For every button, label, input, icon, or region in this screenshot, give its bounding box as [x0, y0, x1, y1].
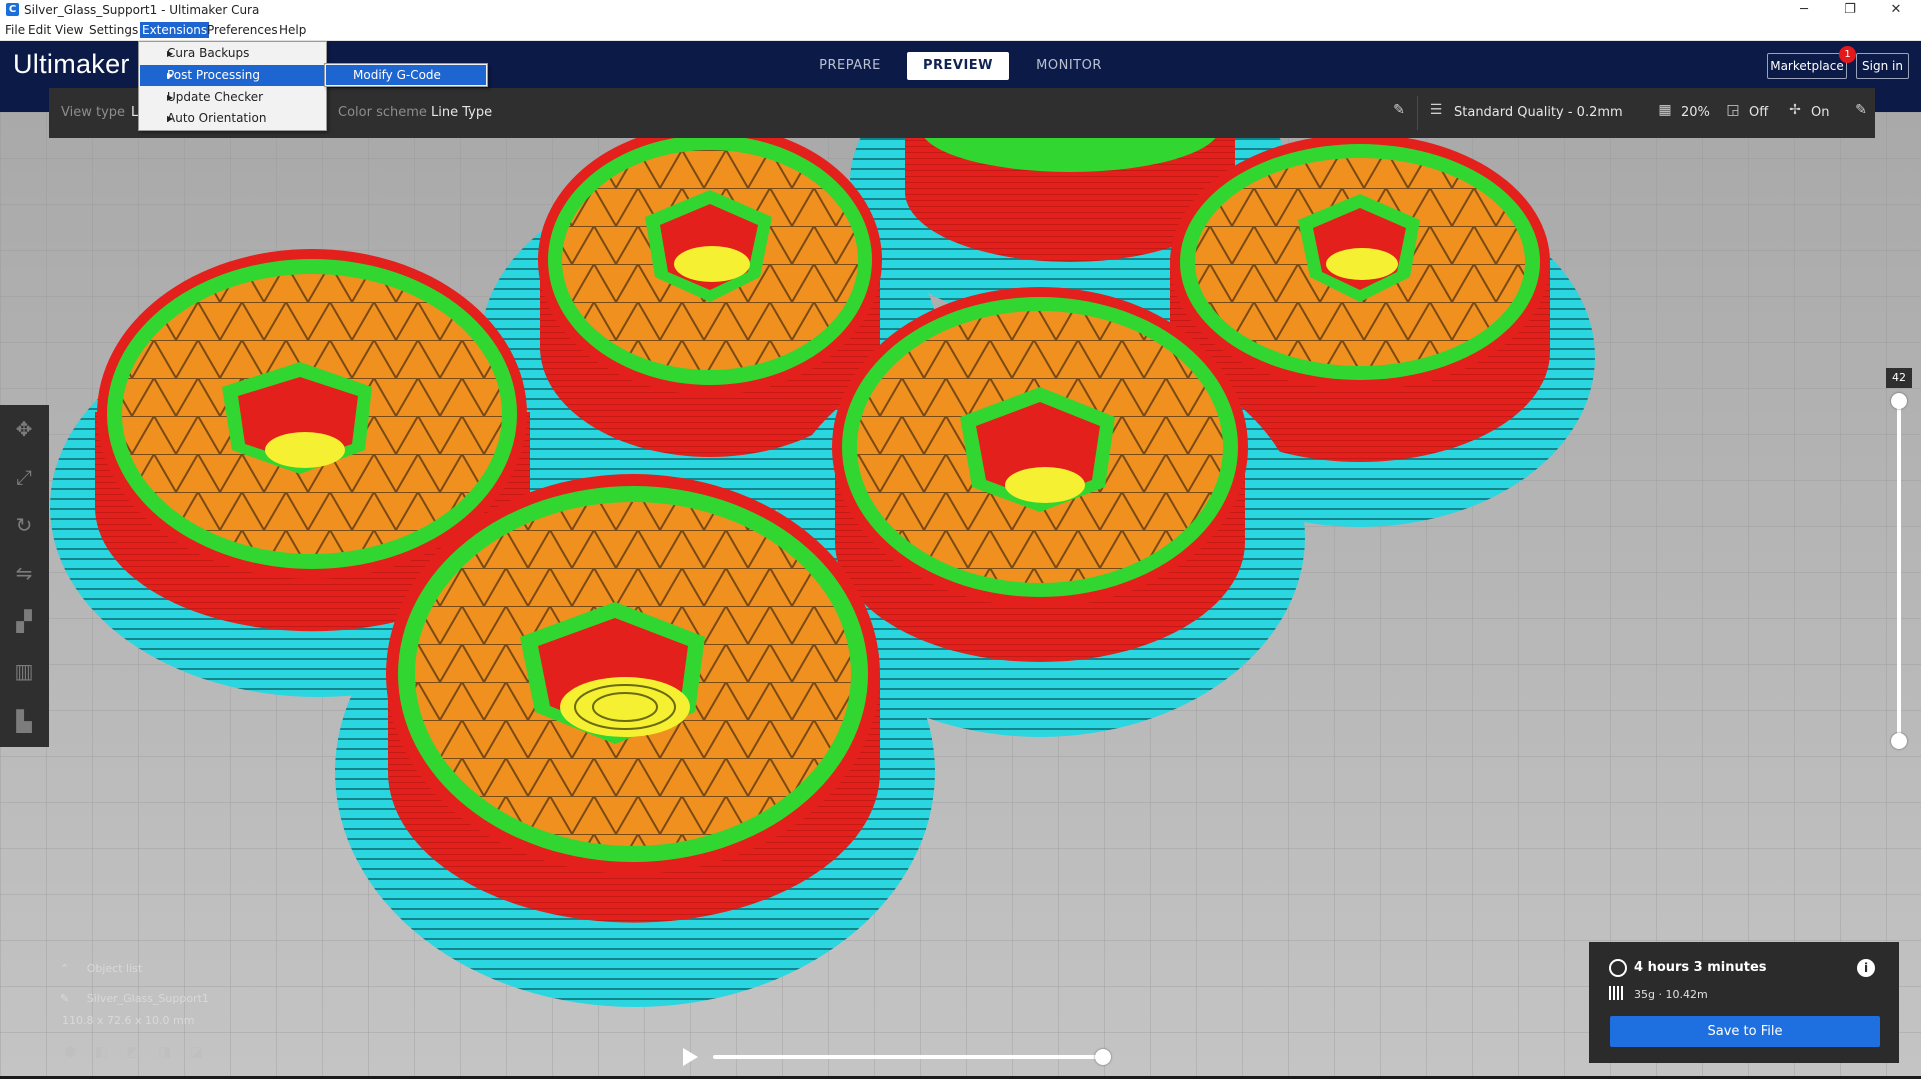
quality-profile[interactable]: Standard Quality - 0.2mm [1454, 105, 1623, 120]
menu-item-update-checker[interactable]: Update Checker ▶ [140, 87, 325, 108]
adhesion-icon: ✢ [1789, 102, 1801, 118]
pencil-icon[interactable]: ✎ [1391, 102, 1407, 118]
scale-icon[interactable]: ⤢ [10, 463, 38, 491]
menu-view[interactable]: View [53, 22, 85, 38]
pencil-icon: ✎ [60, 992, 70, 1005]
material-estimate: 35g · 10.42m [1634, 988, 1708, 1001]
view-type-label: View type [61, 105, 126, 120]
menu-preferences[interactable]: Preferences [205, 22, 280, 38]
layer-view-render [50, 112, 1595, 1007]
support-blocker-icon[interactable]: ▥ [10, 657, 38, 685]
print-time: 4 hours 3 minutes [1634, 960, 1767, 975]
support-value[interactable]: Off [1749, 105, 1768, 120]
restore-button[interactable]: ❐ [1827, 0, 1873, 20]
menu-item-cura-backups[interactable]: Cura Backups ▶ [140, 43, 325, 64]
object-list-toggle[interactable]: ⌃ Object list [60, 962, 142, 975]
post-processing-submenu: Modify G-Code [324, 63, 488, 87]
3d-viewport[interactable] [0, 112, 1921, 1079]
rotate-icon[interactable]: ↻ [10, 511, 38, 539]
per-model-settings-icon[interactable]: ▞ [10, 607, 38, 635]
print-info-panel: 4 hours 3 minutes i 35g · 10.42m Save to… [1589, 942, 1899, 1063]
info-icon[interactable]: i [1857, 959, 1875, 977]
tab-preview[interactable]: PREVIEW [907, 52, 1009, 80]
object-name: Silver_Glass_Support1 [86, 992, 209, 1005]
tab-monitor[interactable]: MONITOR [1028, 52, 1110, 80]
quality-icon: ☰ [1429, 102, 1443, 118]
left-view-icon[interactable]: ◨ [158, 1044, 171, 1060]
marketplace-button[interactable]: Marketplace [1767, 53, 1847, 79]
divider [1417, 96, 1418, 130]
adhesion-value[interactable]: On [1811, 105, 1829, 120]
top-view-icon[interactable]: ◩ [126, 1044, 139, 1060]
chevron-right-icon: ▶ [167, 71, 174, 80]
menu-item-label: Modify G-Code [353, 68, 441, 82]
front-view-icon[interactable]: ◧ [95, 1044, 108, 1060]
mirror-icon[interactable]: ⇋ [10, 559, 38, 587]
layer-slider-lower-handle[interactable] [1891, 733, 1907, 749]
menu-help[interactable]: Help [277, 22, 308, 38]
support-icon: ◲ [1726, 102, 1740, 118]
menu-bar: File Edit View Settings Extensions Prefe… [0, 20, 1921, 41]
simulation-slider-handle[interactable] [1095, 1049, 1111, 1065]
layer-slider[interactable] [1891, 340, 1907, 749]
menu-extensions[interactable]: Extensions [140, 22, 210, 38]
color-scheme-dropdown[interactable]: Line Type [431, 105, 492, 120]
color-scheme-label: Color scheme [338, 105, 427, 120]
sign-in-button[interactable]: Sign in [1856, 53, 1909, 79]
menu-item-modify-gcode[interactable]: Modify G-Code [326, 65, 486, 85]
object-dimensions: 110.8 x 72.6 x 10.0 mm [62, 1014, 195, 1027]
tab-prepare[interactable]: PREPARE [810, 52, 890, 80]
save-to-file-button[interactable]: Save to File [1610, 1016, 1880, 1047]
window-titlebar: C Silver_Glass_Support1 - Ultimaker Cura… [0, 0, 1921, 20]
chevron-up-icon: ⌃ [60, 962, 70, 975]
simulation-slider-track[interactable] [713, 1055, 1105, 1059]
right-view-icon[interactable]: ◪ [190, 1044, 203, 1060]
chevron-right-icon: ▶ [167, 49, 174, 58]
layer-slider-track[interactable] [1897, 400, 1901, 740]
infill-value[interactable]: 20% [1681, 105, 1710, 120]
3d-view-icon[interactable]: ⬢ [64, 1044, 76, 1060]
layer-slider-upper-handle[interactable] [1891, 393, 1907, 409]
pencil-icon[interactable]: ✎ [1853, 102, 1869, 118]
camera-view-buttons: ⬢ ◧ ◩ ◨ ◪ [64, 1044, 203, 1060]
move-icon[interactable]: ✥ [10, 415, 38, 443]
menu-item-post-processing[interactable]: Post Processing ▶ [140, 65, 325, 86]
infill-icon: ▦ [1658, 102, 1672, 118]
tool-panel: ✥ ⤢ ↻ ⇋ ▞ ▥ ▙ [0, 405, 49, 747]
spool-icon [1609, 986, 1623, 1000]
cura-app-icon: C [6, 3, 19, 16]
layflat-icon[interactable]: ▙ [10, 707, 38, 735]
chevron-right-icon: ▶ [167, 114, 174, 123]
menu-edit[interactable]: Edit [26, 22, 53, 38]
extensions-menu: Cura Backups ▶ Post Processing ▶ Update … [138, 41, 327, 131]
close-button[interactable]: ✕ [1873, 0, 1919, 20]
clock-icon [1609, 959, 1627, 977]
object-list-header: Object list [86, 962, 143, 975]
menu-file[interactable]: File [3, 22, 27, 38]
menu-settings[interactable]: Settings [87, 22, 140, 38]
ultimaker-logo: Ultimaker [13, 49, 130, 79]
play-icon[interactable] [683, 1048, 698, 1066]
marketplace-notification-badge: 1 [1839, 46, 1856, 63]
window-title: Silver_Glass_Support1 - Ultimaker Cura [24, 3, 260, 17]
chevron-right-icon: ▶ [167, 93, 174, 102]
object-name-row[interactable]: ✎ Silver_Glass_Support1 [60, 992, 209, 1005]
minimize-button[interactable]: ─ [1781, 0, 1827, 20]
menu-item-auto-orientation[interactable]: Auto Orientation ▶ [140, 108, 325, 129]
